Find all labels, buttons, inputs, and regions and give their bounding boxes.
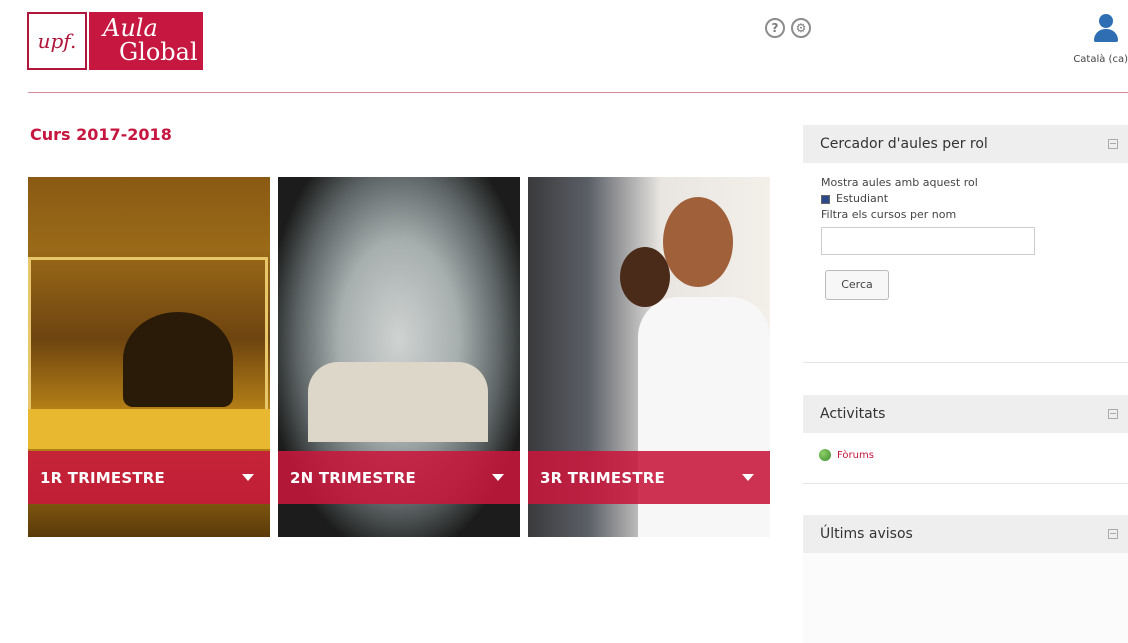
trimester-3-label: 3R TRIMESTRE — [540, 468, 665, 487]
forum-icon — [819, 449, 831, 461]
role-option-label: Estudiant — [836, 192, 889, 205]
aula-global-logo[interactable]: upf. Aula Global — [27, 12, 203, 70]
block-title: Últims avisos — [820, 526, 913, 542]
trimester-tiles: 1R TRIMESTRE 2N TRIMESTRE 3R TRIMESTRE — [28, 177, 770, 537]
radio-icon[interactable] — [821, 194, 830, 204]
block-header: Últims avisos — [803, 515, 1128, 553]
block-body: Mostra aules amb aquest rol Estudiant Fi… — [803, 163, 1128, 312]
upf-logo: upf. — [27, 12, 87, 70]
settings-icon[interactable]: ⚙ — [791, 18, 811, 38]
trimester-1-label: 1R TRIMESTRE — [40, 468, 165, 487]
tile-image — [308, 362, 488, 442]
help-icon[interactable]: ? — [765, 18, 785, 38]
user-icon[interactable] — [1094, 14, 1118, 42]
collapse-icon[interactable] — [1108, 529, 1118, 539]
header-divider — [28, 92, 1128, 93]
filter-label: Filtra els cursos per nom — [821, 208, 957, 221]
role-option[interactable]: Estudiant — [821, 191, 1110, 207]
role-label: Mostra aules amb aquest rol — [821, 176, 978, 189]
block-separator — [803, 483, 1128, 484]
block-body — [803, 553, 1128, 643]
block-title: Cercador d'aules per rol — [820, 136, 988, 152]
course-title: Curs 2017-2018 — [30, 125, 172, 144]
collapse-icon[interactable] — [1108, 409, 1118, 419]
tile-trimester-2[interactable]: 2N TRIMESTRE — [278, 177, 520, 537]
block-body: Fòrums — [803, 433, 1128, 477]
chevron-down-icon[interactable] — [492, 474, 504, 481]
block-title: Activitats — [820, 406, 886, 422]
trimester-3-dropdown[interactable]: 3R TRIMESTRE — [528, 451, 770, 504]
chevron-down-icon[interactable] — [242, 474, 254, 481]
forums-link[interactable]: Fòrums — [837, 450, 874, 461]
trimester-2-label: 2N TRIMESTRE — [290, 468, 416, 487]
tile-trimester-1[interactable]: 1R TRIMESTRE — [28, 177, 270, 537]
trimester-2-dropdown[interactable]: 2N TRIMESTRE — [278, 451, 520, 504]
latest-notices-block: Últims avisos — [803, 515, 1128, 643]
aula-global-wordmark: Aula Global — [89, 12, 203, 70]
tile-trimester-3[interactable]: 3R TRIMESTRE — [528, 177, 770, 537]
activities-block: Activitats Fòrums — [803, 395, 1128, 477]
course-filter-input[interactable] — [821, 227, 1035, 255]
header-icons: ? ⚙ — [765, 18, 811, 38]
chevron-down-icon[interactable] — [742, 474, 754, 481]
block-separator — [803, 362, 1128, 363]
global-text: Global — [119, 38, 198, 66]
search-button[interactable]: Cerca — [825, 270, 889, 300]
block-header: Cercador d'aules per rol — [803, 125, 1128, 163]
collapse-icon[interactable] — [1108, 139, 1118, 149]
block-header: Activitats — [803, 395, 1128, 433]
language-selector[interactable]: Català (ca) — [1073, 54, 1128, 65]
course-search-block: Cercador d'aules per rol Mostra aules am… — [803, 125, 1128, 312]
upf-logo-text: upf. — [37, 29, 77, 53]
trimester-1-dropdown[interactable]: 1R TRIMESTRE — [28, 451, 270, 504]
